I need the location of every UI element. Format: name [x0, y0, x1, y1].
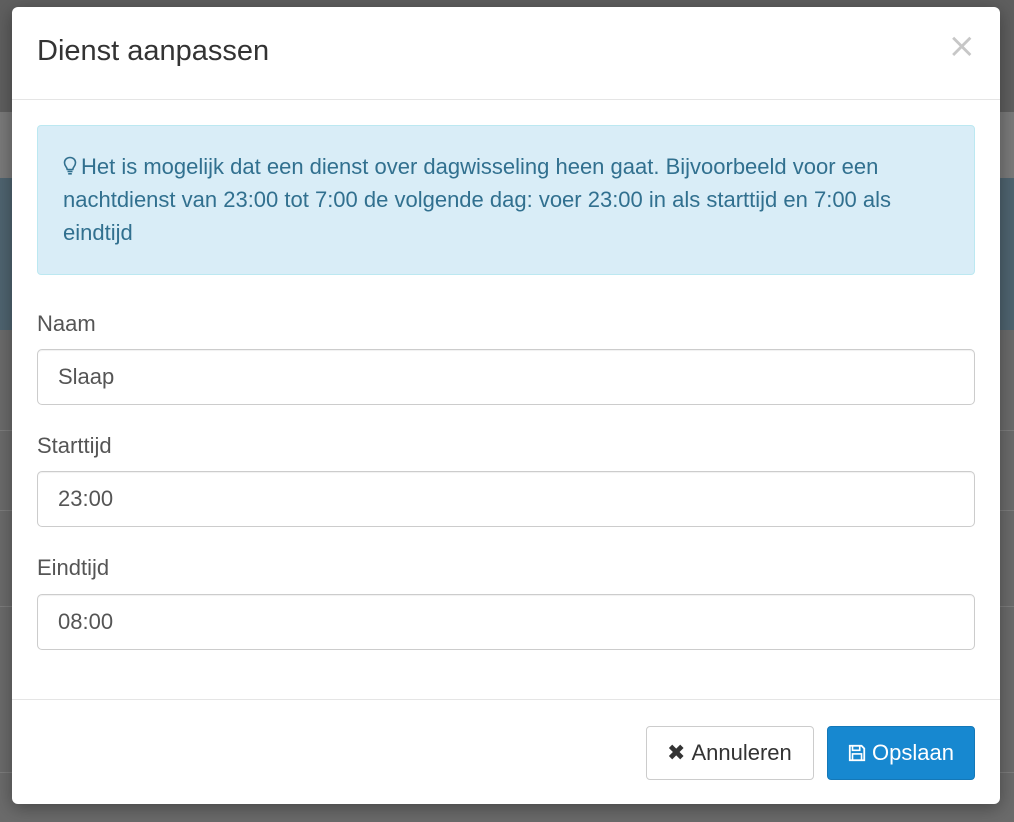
name-input[interactable] — [37, 349, 975, 405]
dialog-header: Dienst aanpassen × — [12, 7, 1000, 100]
info-alert-text: Het is mogelijk dat een dienst over dagw… — [63, 154, 892, 245]
start-time-input[interactable] — [37, 471, 975, 527]
start-time-label: Starttijd — [37, 433, 112, 458]
x-icon: ✖ — [667, 740, 686, 766]
save-button[interactable]: Opslaan — [827, 726, 975, 780]
floppy-disk-icon — [848, 744, 866, 762]
cancel-button[interactable]: ✖ Annuleren — [646, 726, 814, 780]
end-time-label: Eindtijd — [37, 555, 110, 580]
lightbulb-icon — [63, 156, 77, 175]
info-alert: Het is mogelijk dat een dienst over dagw… — [37, 125, 975, 275]
close-icon[interactable]: × — [948, 29, 977, 63]
end-time-input[interactable] — [37, 594, 975, 650]
dialog-footer: ✖ Annuleren Opslaan — [12, 699, 1000, 805]
save-button-label: Opslaan — [872, 740, 954, 765]
dialog-title: Dienst aanpassen — [37, 35, 270, 67]
edit-shift-dialog: Dienst aanpassen × Het is mogelijk dat e… — [12, 7, 1000, 804]
name-label: Naam — [37, 311, 96, 336]
cancel-button-label: Annuleren — [691, 740, 792, 765]
